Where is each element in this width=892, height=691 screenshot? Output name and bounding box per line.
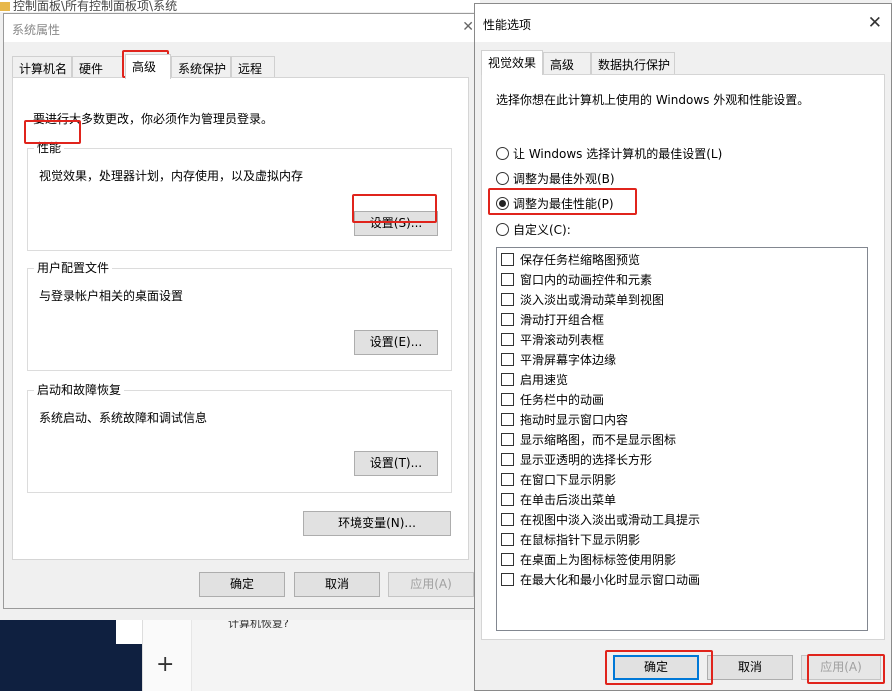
checkbox[interactable] <box>501 273 514 286</box>
checkbox[interactable] <box>501 313 514 326</box>
radio-let-windows-choose[interactable]: 让 Windows 选择计算机的最佳设置(L) <box>496 146 722 162</box>
radio-button[interactable] <box>496 172 509 185</box>
dialog-title: 系统属性 <box>12 23 61 37</box>
user-profiles-settings-button[interactable]: 设置(E)... <box>354 330 438 355</box>
performance-options-dialog: 性能选项 ✕ 视觉效果 高级 数据执行保护 选择你想在此计算机上使用的 Wind… <box>474 3 892 691</box>
tab-advanced[interactable]: 高级 <box>125 54 171 79</box>
startup-recovery-desc: 系统启动、系统故障和调试信息 <box>39 411 208 425</box>
radio-button[interactable] <box>496 223 509 236</box>
close-icon[interactable]: ✕ <box>868 13 882 33</box>
radio-custom[interactable]: 自定义(C): <box>496 222 571 238</box>
checkbox-item[interactable]: 显示缩略图，而不是显示图标 <box>501 431 676 451</box>
checkbox[interactable] <box>501 433 514 446</box>
apply-button[interactable]: 应用(A) <box>388 572 474 597</box>
checkbox-item[interactable]: 窗口内的动画控件和元素 <box>501 271 652 291</box>
checkbox[interactable] <box>501 393 514 406</box>
checkbox[interactable] <box>501 493 514 506</box>
user-profiles-group: 用户配置文件 与登录帐户相关的桌面设置 设置(E)... <box>27 260 452 371</box>
checkbox[interactable] <box>501 413 514 426</box>
checkbox[interactable] <box>501 293 514 306</box>
tab-visual-effects[interactable]: 视觉效果 <box>481 50 543 75</box>
checkbox-item[interactable]: 在单击后淡出菜单 <box>501 491 616 511</box>
tab-hardware[interactable]: 硬件 <box>72 56 124 78</box>
checkbox[interactable] <box>501 533 514 546</box>
checkbox-item[interactable]: 在鼠标指针下显示阴影 <box>501 531 640 551</box>
checkbox-item[interactable]: 在最大化和最小化时显示窗口动画 <box>501 571 700 591</box>
user-profiles-legend: 用户配置文件 <box>34 260 113 276</box>
checkbox-item[interactable]: 在桌面上为图标标签使用阴影 <box>501 551 676 571</box>
checkbox-item[interactable]: 在视图中淡入淡出或滑动工具提示 <box>501 511 700 531</box>
performance-group: 性能 视觉效果，处理器计划，内存使用，以及虚拟内存 设置(S)... <box>27 140 452 251</box>
tab-system-protection[interactable]: 系统保护 <box>171 56 231 78</box>
visual-effects-panel: 选择你想在此计算机上使用的 Windows 外观和性能设置。 让 Windows… <box>481 74 885 640</box>
user-profiles-desc: 与登录帐户相关的桌面设置 <box>39 289 184 303</box>
checkbox-item[interactable]: 平滑滚动列表框 <box>501 331 604 351</box>
radio-button-checked[interactable] <box>496 197 509 210</box>
background-block <box>116 620 142 644</box>
performance-desc: 视觉效果，处理器计划，内存使用，以及虚拟内存 <box>39 169 304 183</box>
radio-best-appearance[interactable]: 调整为最佳外观(B) <box>496 171 615 187</box>
checkbox-item[interactable]: 启用速览 <box>501 371 568 391</box>
system-properties-dialog: 系统属性 ✕ 计算机名 硬件 高级 系统保护 远程 要进行大多数更改，你必须作为… <box>3 13 477 609</box>
tab-remote[interactable]: 远程 <box>231 56 275 78</box>
performance-settings-button[interactable]: 设置(S)... <box>354 211 438 236</box>
startup-recovery-group: 启动和故障恢复 系统启动、系统故障和调试信息 设置(T)... <box>27 382 452 493</box>
radio-button[interactable] <box>496 147 509 160</box>
titlebar: 性能选项 ✕ <box>475 4 891 42</box>
titlebar: 系统属性 ✕ <box>4 14 476 42</box>
checkbox[interactable] <box>501 453 514 466</box>
intro-text: 选择你想在此计算机上使用的 Windows 外观和性能设置。 <box>496 93 810 107</box>
environment-variables-button[interactable]: 环境变量(N)... <box>303 511 451 536</box>
performance-legend: 性能 <box>34 140 65 156</box>
background-text: 计算机恢复? <box>228 620 289 628</box>
checkbox-item[interactable]: 平滑屏幕字体边缘 <box>501 351 616 371</box>
tab-dep[interactable]: 数据执行保护 <box>591 52 675 74</box>
explorer-background: + 计算机恢复? <box>0 620 480 691</box>
ok-button[interactable]: 确定 <box>199 572 285 597</box>
tab-advanced[interactable]: 高级 <box>543 52 591 74</box>
checkbox[interactable] <box>501 473 514 486</box>
advanced-tab-panel: 要进行大多数更改，你必须作为管理员登录。 性能 视觉效果，处理器计划，内存使用，… <box>12 77 469 560</box>
explorer-content <box>142 620 480 691</box>
checkbox-item[interactable]: 拖动时显示窗口内容 <box>501 411 628 431</box>
add-icon[interactable]: + <box>156 654 174 676</box>
dialog-title: 性能选项 <box>483 18 532 32</box>
checkbox[interactable] <box>501 333 514 346</box>
close-icon[interactable]: ✕ <box>462 19 474 35</box>
cancel-button[interactable]: 取消 <box>707 655 793 680</box>
checkbox-item[interactable]: 任务栏中的动画 <box>501 391 604 411</box>
startup-recovery-legend: 启动和故障恢复 <box>34 382 125 398</box>
checkbox[interactable] <box>501 553 514 566</box>
checkbox-item[interactable]: 保存任务栏缩略图预览 <box>501 251 640 271</box>
checkbox[interactable] <box>501 253 514 266</box>
checkbox-item[interactable]: 显示亚透明的选择长方形 <box>501 451 652 471</box>
checkbox[interactable] <box>501 513 514 526</box>
folder-icon <box>0 2 10 11</box>
explorer-address-path: 控制面板\所有控制面板项\系统 <box>0 0 480 12</box>
tab-computer-name[interactable]: 计算机名 <box>12 56 72 78</box>
admin-note: 要进行大多数更改，你必须作为管理员登录。 <box>33 112 274 126</box>
checkbox-item[interactable]: 淡入淡出或滑动菜单到视图 <box>501 291 664 311</box>
effects-checklist[interactable]: 保存任务栏缩略图预览 窗口内的动画控件和元素 淡入淡出或滑动菜单到视图 滑动打开… <box>496 247 868 631</box>
checkbox-item[interactable]: 滑动打开组合框 <box>501 311 604 331</box>
checkbox[interactable] <box>501 353 514 366</box>
apply-button[interactable]: 应用(A) <box>801 655 881 680</box>
ok-button[interactable]: 确定 <box>613 655 699 680</box>
cancel-button[interactable]: 取消 <box>294 572 380 597</box>
checkbox-item[interactable]: 在窗口下显示阴影 <box>501 471 616 491</box>
checkbox[interactable] <box>501 373 514 386</box>
radio-best-performance[interactable]: 调整为最佳性能(P) <box>496 196 614 212</box>
checkbox[interactable] <box>501 573 514 586</box>
startup-recovery-settings-button[interactable]: 设置(T)... <box>354 451 438 476</box>
